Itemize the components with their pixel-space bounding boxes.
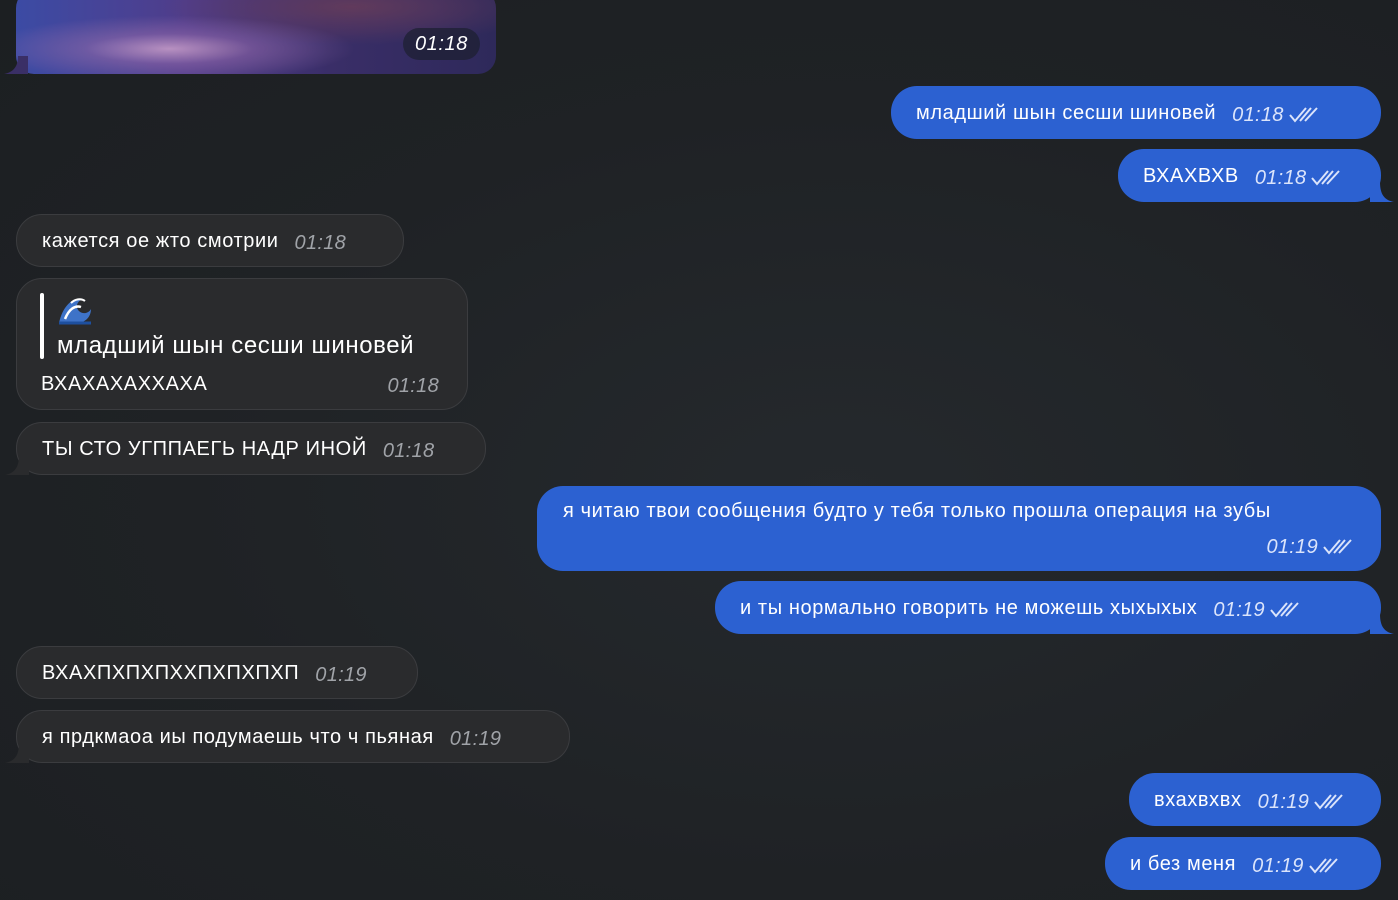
- message-time: 01:18: [402, 28, 480, 60]
- chat-message-area: 01:18 младший шын сесши шиновей 01:18 ВХ…: [0, 0, 1398, 900]
- message-time: 01:19: [449, 727, 502, 750]
- bubble-tail: [1370, 182, 1394, 202]
- incoming-message[interactable]: ТЫ СТО УГППАЕГЬ НАДР ИНОЙ 01:18: [5, 422, 486, 475]
- outgoing-message[interactable]: младший шын сесши шиновей 01:18: [891, 86, 1381, 139]
- message-text: ВХАХАХАХХАХА: [41, 373, 208, 395]
- incoming-reply-message[interactable]: младший шын сесши шиновей ВХАХАХАХХАХА 0…: [16, 278, 468, 410]
- incoming-message[interactable]: кажется ое жто смотрии 01:18: [16, 214, 404, 267]
- double-check-icon: [1308, 857, 1338, 874]
- message-time: 01:19: [315, 663, 367, 686]
- outgoing-message[interactable]: и ты нормально говорить не можешь хыхыхы…: [715, 581, 1394, 634]
- message-text: младший шын сесши шиновей: [916, 101, 1217, 124]
- message-time: 01:18: [1232, 103, 1284, 126]
- outgoing-message[interactable]: я читаю твои сообщения будто у тебя толь…: [537, 486, 1381, 571]
- message-time: 01:18: [382, 439, 435, 462]
- message-time: 01:18: [1254, 166, 1307, 189]
- message-time: 01:19: [1252, 854, 1304, 877]
- incoming-message[interactable]: ВХАХПХПХПХХПХПХПХП 01:19: [16, 646, 418, 699]
- double-check-icon: [1288, 106, 1318, 123]
- incoming-message[interactable]: я прдкмаоа иы подумаешь что ч пьяная 01:…: [5, 710, 570, 763]
- outgoing-message[interactable]: ВХАХВХВ 01:18: [1118, 149, 1394, 202]
- message-text: ВХАХПХПХПХХПХПХПХП: [42, 661, 300, 684]
- bubble-tail: [5, 455, 29, 475]
- outgoing-message[interactable]: и без меня 01:19: [1105, 837, 1381, 890]
- message-text: кажется ое жто смотрии: [42, 229, 279, 252]
- image-message[interactable]: 01:18: [16, 0, 496, 74]
- message-time: 01:19: [1257, 790, 1310, 813]
- reply-quote-bar[interactable]: [40, 293, 44, 359]
- message-text: вхахвхвх: [1154, 788, 1242, 811]
- bubble-tail: [4, 56, 28, 74]
- message-time: 01:19: [1213, 598, 1265, 621]
- wave-emoji-icon: [59, 298, 91, 325]
- message-time: 01:19: [1266, 536, 1318, 558]
- double-check-icon: [1311, 169, 1341, 186]
- message-text: и ты нормально говорить не можешь хыхыхы…: [740, 596, 1198, 619]
- message-time: 01:18: [294, 231, 347, 254]
- outgoing-message[interactable]: вхахвхвх 01:19: [1129, 773, 1381, 826]
- bubble-tail: [5, 743, 29, 763]
- message-text: ТЫ СТО УГППАЕГЬ НАДР ИНОЙ: [42, 437, 367, 460]
- message-text: я прдкмаоа иы подумаешь что ч пьяная: [42, 725, 434, 748]
- message-time: 01:18: [387, 375, 439, 397]
- double-check-icon: [1314, 793, 1343, 810]
- double-check-icon: [1323, 539, 1352, 555]
- message-text: и без меня: [1130, 852, 1237, 875]
- reply-quoted-text: младший шын сесши шиновей: [57, 332, 415, 359]
- double-check-icon: [1270, 601, 1299, 618]
- message-text: я читаю твои сообщения будто у тебя толь…: [563, 500, 1271, 522]
- bubble-tail: [1370, 614, 1394, 634]
- message-text: ВХАХВХВ: [1143, 164, 1239, 187]
